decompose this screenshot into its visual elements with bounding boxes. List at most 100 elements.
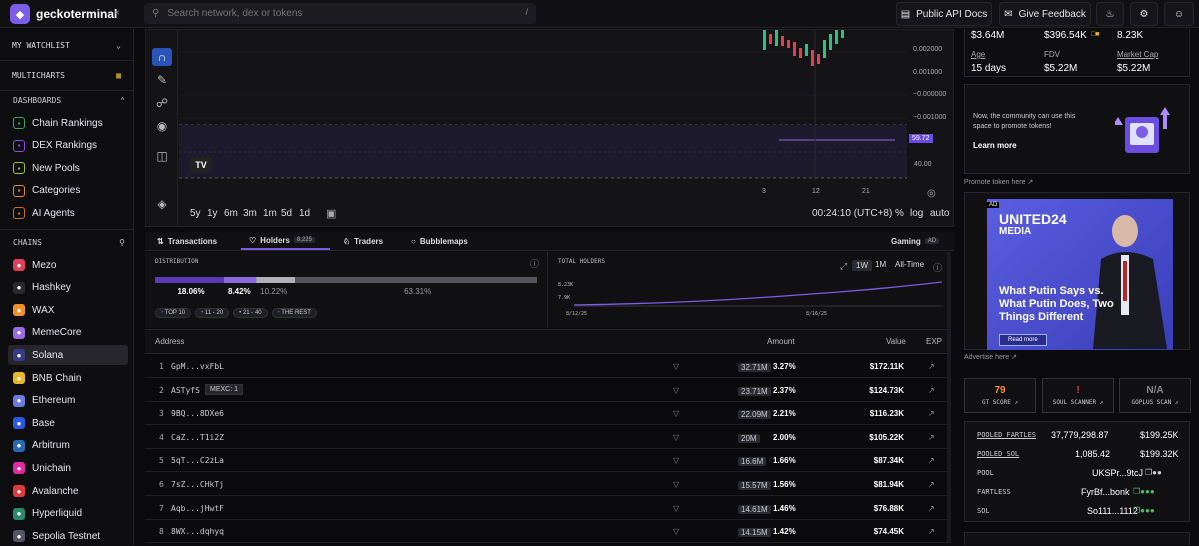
external-link-icon[interactable]: ↗ — [928, 433, 935, 442]
timeframe-button[interactable]: 5y — [190, 208, 201, 219]
price-chart[interactable]: ∩ ✎ ☍ ◉ ◫ ◈ TV 0.002000 0.001000 −0.0000… — [145, 29, 954, 227]
legend-pill[interactable]: • TOP 10 — [155, 308, 192, 318]
filter-icon[interactable]: ▽ — [673, 386, 679, 395]
sidebar-item[interactable]: ● MemeCore — [8, 323, 128, 343]
score-card[interactable]: N/A GOPLUS SCAN ↗ — [1119, 378, 1191, 413]
sidebar-item[interactable]: ● Solana — [8, 345, 128, 366]
profile-button[interactable]: ☺ — [1164, 2, 1194, 26]
score-card[interactable]: ! SOUL SCANNER ↗ — [1042, 378, 1114, 413]
sol-copy-icons[interactable]: ❐●●● — [1133, 506, 1155, 515]
tab-traders[interactable]: ♘ Traders — [343, 232, 383, 250]
holder-address[interactable]: ASTyfS — [171, 386, 200, 395]
legend-pill[interactable]: • 11 - 20 — [195, 308, 230, 318]
holder-address[interactable]: CaZ...T1i2Z — [171, 433, 224, 442]
legend-pill[interactable]: • 21 - 40 — [233, 308, 268, 318]
table-row[interactable]: 2 ASTyfS MEXC: 1 ▽ 23.71M 2.37% $124.73K ↗ — [145, 379, 951, 402]
col-amount[interactable]: Amount — [767, 337, 795, 346]
external-link-icon[interactable]: ↗ — [928, 409, 935, 418]
info-icon[interactable]: ⓘ — [530, 257, 539, 270]
learn-more-link[interactable]: Learn more — [973, 141, 1017, 150]
table-row[interactable]: 3 9BQ...8DXe6 ▽ 22.09M 2.21% $116.23K ↗ — [145, 402, 951, 426]
fartless-copy-icons[interactable]: ❐●●● — [1133, 487, 1155, 496]
sidebar-item[interactable]: ● Hyperliquid — [8, 504, 128, 524]
pool-copy-icons[interactable]: ❐●● — [1145, 468, 1162, 477]
sidebar-item[interactable]: ● Sepolia Testnet — [8, 526, 128, 546]
sidebar-item[interactable]: ● WAX — [8, 300, 128, 320]
calendar-range-icon[interactable]: ▣ — [326, 207, 336, 220]
sidebar-item[interactable]: ● Unichain — [8, 458, 128, 478]
holders-range-button[interactable]: 1W — [852, 260, 872, 271]
expand-icon[interactable]: ⤢ — [840, 261, 847, 272]
external-link-icon[interactable]: ↗ — [928, 362, 935, 371]
sidebar-item[interactable]: ▪ AI Agents — [8, 203, 128, 223]
holder-address[interactable]: 8WX...dqhyq — [171, 527, 224, 536]
table-scrollbar[interactable] — [947, 252, 951, 542]
eye-icon[interactable]: ◉ — [152, 117, 172, 135]
sidebar-item[interactable]: ▪ DEX Rankings — [8, 136, 128, 156]
collapse-sidebar-icon[interactable]: « — [114, 7, 120, 18]
sidebar-item[interactable]: ● Avalanche — [8, 481, 128, 501]
info-icon[interactable]: ⓘ — [933, 261, 942, 274]
holder-address[interactable]: 7sZ...CHkTj — [171, 480, 224, 489]
lock-icon[interactable]: ☍ — [152, 94, 172, 112]
magnet-icon[interactable]: ∩ — [152, 48, 172, 66]
layers-icon[interactable]: ◈ — [152, 195, 172, 213]
sidebar-item[interactable]: ▪ New Pools — [8, 158, 128, 178]
logo[interactable]: ◆ geckoterminal — [10, 4, 117, 24]
sidebar-item[interactable]: ● Arbitrum — [8, 436, 128, 456]
dashboards-header[interactable]: DASHBOARDS ⌃ — [13, 96, 125, 105]
sidebar-item[interactable]: ● Base — [8, 413, 128, 433]
ad-panel[interactable]: UNITED24 MEDIA What Putin Says vs. What … — [964, 192, 1190, 350]
sidebar-item[interactable]: ● Ethereum — [8, 391, 128, 411]
table-row[interactable]: 6 7sZ...CHkTj ▽ 15.57M 1.56% $81.94K ↗ — [145, 473, 951, 496]
external-link-icon[interactable]: ↗ — [928, 504, 935, 513]
ad-image[interactable]: UNITED24 MEDIA What Putin Says vs. What … — [987, 199, 1173, 350]
timeframe-button[interactable]: 3m — [243, 208, 257, 219]
advertise-here-link[interactable]: Advertise here ↗ — [964, 353, 1017, 361]
table-row[interactable]: 1 GpM...vxFbL ▽ 32.71M 3.27% $172.11K ↗ — [145, 355, 951, 378]
legend-pill[interactable]: • THE REST — [271, 308, 317, 318]
search-box[interactable]: ⚲ / — [144, 3, 536, 24]
table-row[interactable]: 5 5qT...C2zLa ▽ 16.6M 1.66% $87.34K ↗ — [145, 449, 951, 473]
timeframe-button[interactable]: 5d — [281, 208, 292, 219]
timeframe-button[interactable]: 1y — [207, 208, 218, 219]
filter-icon[interactable]: ▽ — [673, 456, 679, 465]
table-row[interactable]: 7 Aqb...jHwtF ▽ 14.61M 1.46% $76.88K ↗ — [145, 497, 951, 520]
col-value[interactable]: Value — [886, 337, 906, 346]
pencil-icon[interactable]: ✎ — [152, 71, 172, 89]
holders-range-button[interactable]: All-Time — [895, 260, 924, 269]
my-watchlist-toggle[interactable]: MY WATCHLIST ⌄ — [0, 31, 133, 61]
external-link-icon[interactable]: ↗ — [928, 456, 935, 465]
give-feedback-button[interactable]: ✉ Give Feedback — [999, 2, 1091, 26]
scale-option[interactable]: auto — [930, 208, 949, 219]
sidebar-item[interactable]: ● BNB Chain — [8, 368, 128, 388]
filter-icon[interactable]: ▽ — [673, 409, 679, 418]
table-row[interactable]: 8 8WX...dqhyq ▽ 14.15M 1.42% $74.45K ↗ — [145, 520, 951, 544]
sidebar-item[interactable]: ● Hashkey — [8, 278, 128, 298]
promote-token-link[interactable]: Promote token here ↗ — [964, 178, 1033, 186]
tab-gaming[interactable]: Gaming AD — [891, 232, 940, 250]
sidebar-item[interactable]: ● Mezo — [8, 255, 128, 275]
holder-address[interactable]: GpM...vxFbL — [171, 362, 224, 371]
scale-option[interactable]: % — [895, 208, 904, 219]
filter-icon[interactable]: ▽ — [673, 480, 679, 489]
holder-address[interactable]: 9BQ...8DXe6 — [171, 409, 224, 418]
public-api-docs-button[interactable]: ▤ Public API Docs — [896, 2, 992, 26]
tradingview-icon[interactable]: TV — [190, 157, 212, 173]
filter-icon[interactable]: ▽ — [673, 527, 679, 536]
score-card[interactable]: 79 GT SCORE ↗ — [964, 378, 1036, 413]
tab-transactions[interactable]: ⇅ Transactions — [157, 232, 217, 250]
settings-button[interactable]: ⚙ — [1130, 2, 1158, 26]
trash-icon[interactable]: ◫ — [152, 147, 172, 165]
sidebar-item[interactable]: ▪ Categories — [8, 181, 128, 201]
tab-holders[interactable]: ♡ Holders 8,225 — [241, 232, 330, 250]
external-link-icon[interactable]: ↗ — [928, 386, 935, 395]
external-link-icon[interactable]: ↗ — [928, 480, 935, 489]
timeframe-button[interactable]: 1m — [263, 208, 277, 219]
filter-icon[interactable]: ▽ — [673, 433, 679, 442]
search-input[interactable] — [167, 8, 498, 19]
notifications-button[interactable]: ♨ — [1096, 2, 1124, 26]
sidebar-item[interactable]: ▪ Chain Rankings — [8, 113, 128, 133]
market-cap-label[interactable]: Market Cap — [1117, 50, 1158, 59]
timeframe-button[interactable]: 1d — [299, 208, 310, 219]
